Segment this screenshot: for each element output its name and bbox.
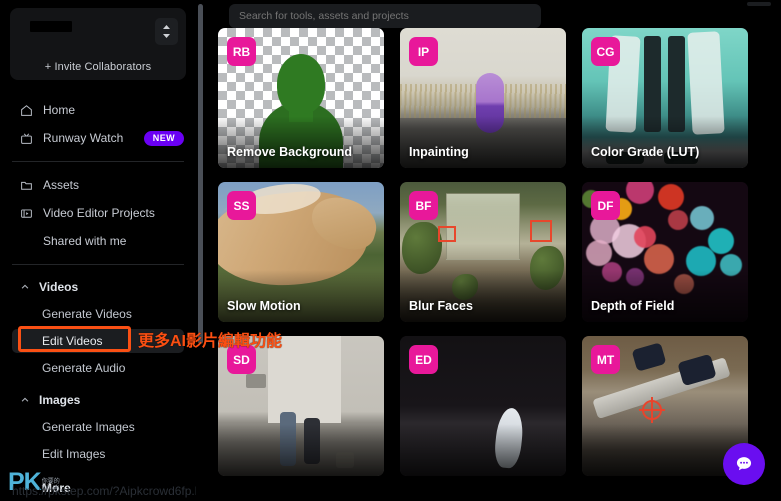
card-title: Inpainting: [409, 145, 469, 159]
card-gradient: [400, 270, 566, 322]
face-detection-box: [530, 220, 552, 242]
sidebar-item-generate-audio[interactable]: Generate Audio: [0, 354, 196, 381]
chat-bubble-icon: [734, 454, 754, 474]
chevron-up-down-icon[interactable]: [155, 18, 178, 45]
tool-card-erase-and-replace[interactable]: ED: [400, 336, 566, 476]
sidebar-section-videos[interactable]: Videos: [0, 274, 196, 300]
card-title: Slow Motion: [227, 299, 301, 313]
primary-nav: Home Runway Watch NEW Assets Video Edito…: [0, 96, 196, 467]
folder-icon: [20, 179, 38, 192]
invite-collaborators-button[interactable]: + Invite Collaborators: [10, 54, 186, 80]
video-project-icon: [20, 207, 38, 220]
sidebar-item-generate-videos-wrap: Generate Videos: [0, 300, 196, 327]
sidebar-item-generate-videos[interactable]: Generate Videos: [0, 300, 196, 327]
sidebar-item-generate-images[interactable]: Generate Images: [0, 413, 196, 440]
sidebar-item-shared-with-me-label: Shared with me: [43, 234, 127, 248]
sidebar-section-images[interactable]: Images: [0, 387, 196, 413]
card-badge: CG: [591, 37, 620, 66]
pkstep-watermark: PK 你要的 this pk https://pkstep.com/?Aipkc…: [8, 470, 196, 499]
sidebar-section-images-label: Images: [39, 393, 81, 407]
account-switcher[interactable]: + Invite Collaborators: [10, 8, 186, 80]
card-gradient: [400, 116, 566, 168]
sidebar-item-home[interactable]: Home: [0, 96, 196, 124]
sidebar-divider-2: [12, 264, 184, 265]
sidebar-item-video-editor-projects[interactable]: Video Editor Projects: [0, 199, 196, 227]
sidebar-item-home-label: Home: [43, 103, 76, 117]
card-gradient: [218, 270, 384, 322]
card-title: Color Grade (LUT): [591, 145, 700, 159]
tool-card-inpainting[interactable]: IP Inpainting: [400, 28, 566, 168]
tool-card-color-grade[interactable]: CG Color Grade (LUT): [582, 28, 748, 168]
sidebar-item-generate-images-label: Generate Images: [42, 419, 135, 434]
card-badge: BF: [409, 191, 438, 220]
account-name-redacted: [30, 21, 72, 32]
sidebar: + Invite Collaborators Home Runway Watch…: [0, 0, 196, 501]
sidebar-item-edit-videos-label: Edit Videos: [42, 333, 103, 348]
card-badge: RB: [227, 37, 256, 66]
tool-card-remove-background[interactable]: RB Remove Background: [218, 28, 384, 168]
sidebar-item-generate-videos-label: Generate Videos: [42, 306, 132, 321]
sidebar-item-edit-images-wrap: Edit Images: [0, 440, 196, 467]
home-icon: [20, 104, 38, 117]
card-title: Depth of Field: [591, 299, 675, 313]
search-bar[interactable]: [229, 4, 541, 28]
card-title: Blur Faces: [409, 299, 473, 313]
chevron-up-icon: [20, 395, 36, 405]
chevron-up-icon: [20, 282, 36, 292]
chat-support-button[interactable]: [723, 443, 765, 485]
sidebar-divider: [12, 161, 184, 162]
sidebar-item-assets[interactable]: Assets: [0, 171, 196, 199]
tools-row: SD ED MT: [218, 336, 781, 476]
status-badge-new: NEW: [143, 130, 184, 146]
card-badge: IP: [409, 37, 438, 66]
tool-card-speed-ramp[interactable]: SD: [218, 336, 384, 476]
card-gradient: [400, 424, 566, 476]
sidebar-item-generate-images-wrap: Generate Images: [0, 413, 196, 440]
tools-row: RB Remove Background IP Inpainting CG Co…: [218, 28, 781, 168]
tools-row: SS Slow Motion BF Blur Faces DF Depth of…: [218, 182, 781, 322]
watermark-url: https://pkstep.com/?Aipkcrowd6fp.h: [12, 484, 196, 498]
sidebar-item-generate-audio-wrap: Generate Audio: [0, 354, 196, 381]
tv-icon: [20, 132, 38, 145]
tool-card-motion-tracking[interactable]: MT: [582, 336, 748, 476]
card-gradient: [582, 270, 748, 322]
sidebar-item-runway-watch[interactable]: Runway Watch NEW: [0, 124, 196, 152]
runway-app-window: + Invite Collaborators Home Runway Watch…: [0, 0, 781, 501]
card-gradient: [218, 116, 384, 168]
sidebar-item-assets-label: Assets: [43, 178, 80, 192]
invite-collaborators-label: + Invite Collaborators: [44, 61, 152, 73]
sidebar-item-generate-audio-label: Generate Audio: [42, 360, 126, 375]
main-content: RB Remove Background IP Inpainting: [196, 0, 781, 501]
sidebar-item-edit-images-label: Edit Images: [42, 446, 106, 461]
sidebar-item-edit-images[interactable]: Edit Images: [0, 440, 196, 467]
sidebar-section-videos-label: Videos: [39, 280, 79, 294]
scrollbar-thumb[interactable]: [198, 4, 203, 344]
card-badge: ED: [409, 345, 438, 374]
tools-grid: RB Remove Background IP Inpainting CG Co…: [218, 28, 781, 490]
top-right-control[interactable]: [747, 2, 771, 6]
card-badge: MT: [591, 345, 620, 374]
search-input[interactable]: [239, 10, 531, 22]
tool-card-blur-faces[interactable]: BF Blur Faces: [400, 182, 566, 322]
sidebar-scrollbar[interactable]: [198, 4, 203, 497]
sidebar-item-video-editor-projects-label: Video Editor Projects: [43, 206, 155, 220]
tool-card-depth-of-field[interactable]: DF Depth of Field: [582, 182, 748, 322]
card-badge: DF: [591, 191, 620, 220]
face-detection-box: [438, 226, 456, 242]
card-gradient: [582, 116, 748, 168]
annotation-text: 更多AI影片編輯功能: [138, 333, 283, 350]
tool-card-slow-motion[interactable]: SS Slow Motion: [218, 182, 384, 322]
card-gradient: [218, 424, 384, 476]
sidebar-item-runway-watch-label: Runway Watch: [43, 131, 124, 145]
sidebar-item-shared-with-me[interactable]: Shared with me: [0, 227, 196, 255]
card-badge: SS: [227, 191, 256, 220]
card-title: Remove Background: [227, 145, 353, 159]
